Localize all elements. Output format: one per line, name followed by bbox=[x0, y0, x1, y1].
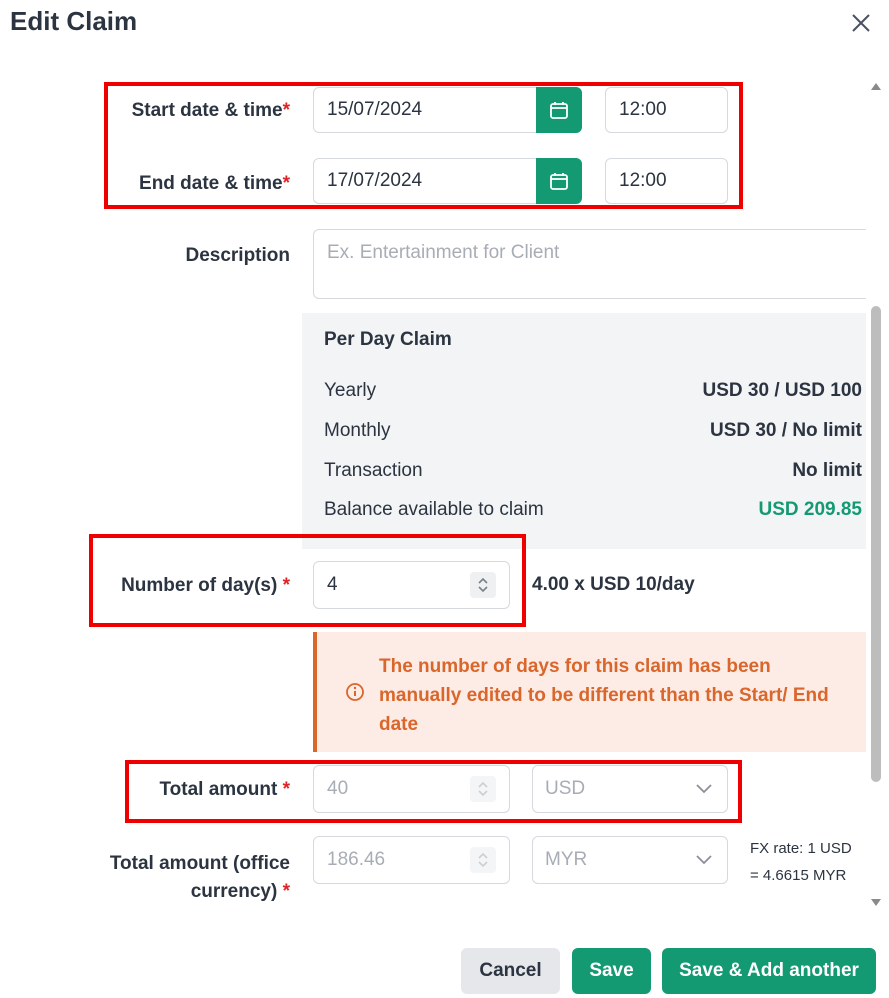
warning-text: The number of days for this claim has be… bbox=[379, 656, 829, 735]
scroll-up-arrow-icon[interactable] bbox=[870, 81, 882, 91]
start-date-calendar-button[interactable] bbox=[536, 87, 582, 133]
info-row-monthly: Monthly USD 30 / No limit bbox=[324, 420, 862, 441]
close-button[interactable] bbox=[846, 8, 876, 38]
per-day-claim-title: Per Day Claim bbox=[324, 329, 452, 350]
days-calculation: 4.00 x USD 10/day bbox=[532, 574, 695, 595]
number-of-days-label: Number of day(s) * bbox=[121, 575, 290, 596]
info-row-yearly: Yearly USD 30 / USD 100 bbox=[324, 380, 862, 401]
fx-rate-line2: = 4.6615 MYR bbox=[750, 867, 847, 884]
office-currency-select: MYR bbox=[532, 836, 728, 884]
end-date-label: End date & time* bbox=[139, 173, 290, 194]
stepper-icon bbox=[478, 781, 488, 797]
scrollbar[interactable] bbox=[866, 78, 886, 913]
cancel-button[interactable]: Cancel bbox=[461, 948, 560, 994]
calendar-icon bbox=[550, 102, 568, 119]
start-date-label: Start date & time* bbox=[131, 100, 290, 121]
total-office-label: Total amount (office currency) * bbox=[109, 853, 290, 902]
form-scroll-area: Start date & time* 15/07/2024 12:00 End … bbox=[0, 70, 866, 915]
description-label: Description bbox=[185, 245, 290, 266]
total-amount-stepper bbox=[470, 776, 496, 802]
scrollbar-thumb[interactable] bbox=[871, 306, 881, 782]
info-row-transaction: Transaction No limit bbox=[324, 460, 862, 481]
info-icon bbox=[346, 683, 364, 701]
chevron-down-icon bbox=[696, 784, 712, 794]
end-time-input[interactable]: 12:00 bbox=[605, 158, 728, 204]
description-input[interactable]: Ex. Entertainment for Client bbox=[313, 229, 866, 299]
per-day-claim-panel: Per Day Claim Yearly USD 30 / USD 100 Mon… bbox=[302, 313, 866, 549]
end-date-input[interactable]: 17/07/2024 bbox=[313, 158, 555, 204]
stepper-icon bbox=[478, 577, 488, 593]
scroll-down-arrow-icon[interactable] bbox=[870, 898, 882, 908]
start-date-input[interactable]: 15/07/2024 bbox=[313, 87, 555, 133]
total-office-stepper bbox=[470, 847, 496, 873]
end-date-calendar-button[interactable] bbox=[536, 158, 582, 204]
fx-rate-line1: FX rate: 1 USD bbox=[750, 840, 852, 857]
save-button[interactable]: Save bbox=[572, 948, 651, 994]
currency-select: USD bbox=[532, 765, 728, 813]
calendar-icon bbox=[550, 173, 568, 190]
modal-title: Edit Claim bbox=[10, 6, 138, 36]
days-stepper[interactable] bbox=[470, 572, 496, 598]
start-time-input[interactable]: 12:00 bbox=[605, 87, 728, 133]
manual-edit-warning: The number of days for this claim has be… bbox=[313, 632, 866, 752]
stepper-icon bbox=[478, 852, 488, 868]
save-and-add-another-button[interactable]: Save & Add another bbox=[662, 948, 876, 994]
close-icon bbox=[852, 14, 870, 32]
total-amount-label: Total amount * bbox=[159, 779, 290, 800]
info-row-balance: Balance available to claim USD 209.85 bbox=[324, 499, 862, 520]
chevron-down-icon bbox=[696, 855, 712, 865]
